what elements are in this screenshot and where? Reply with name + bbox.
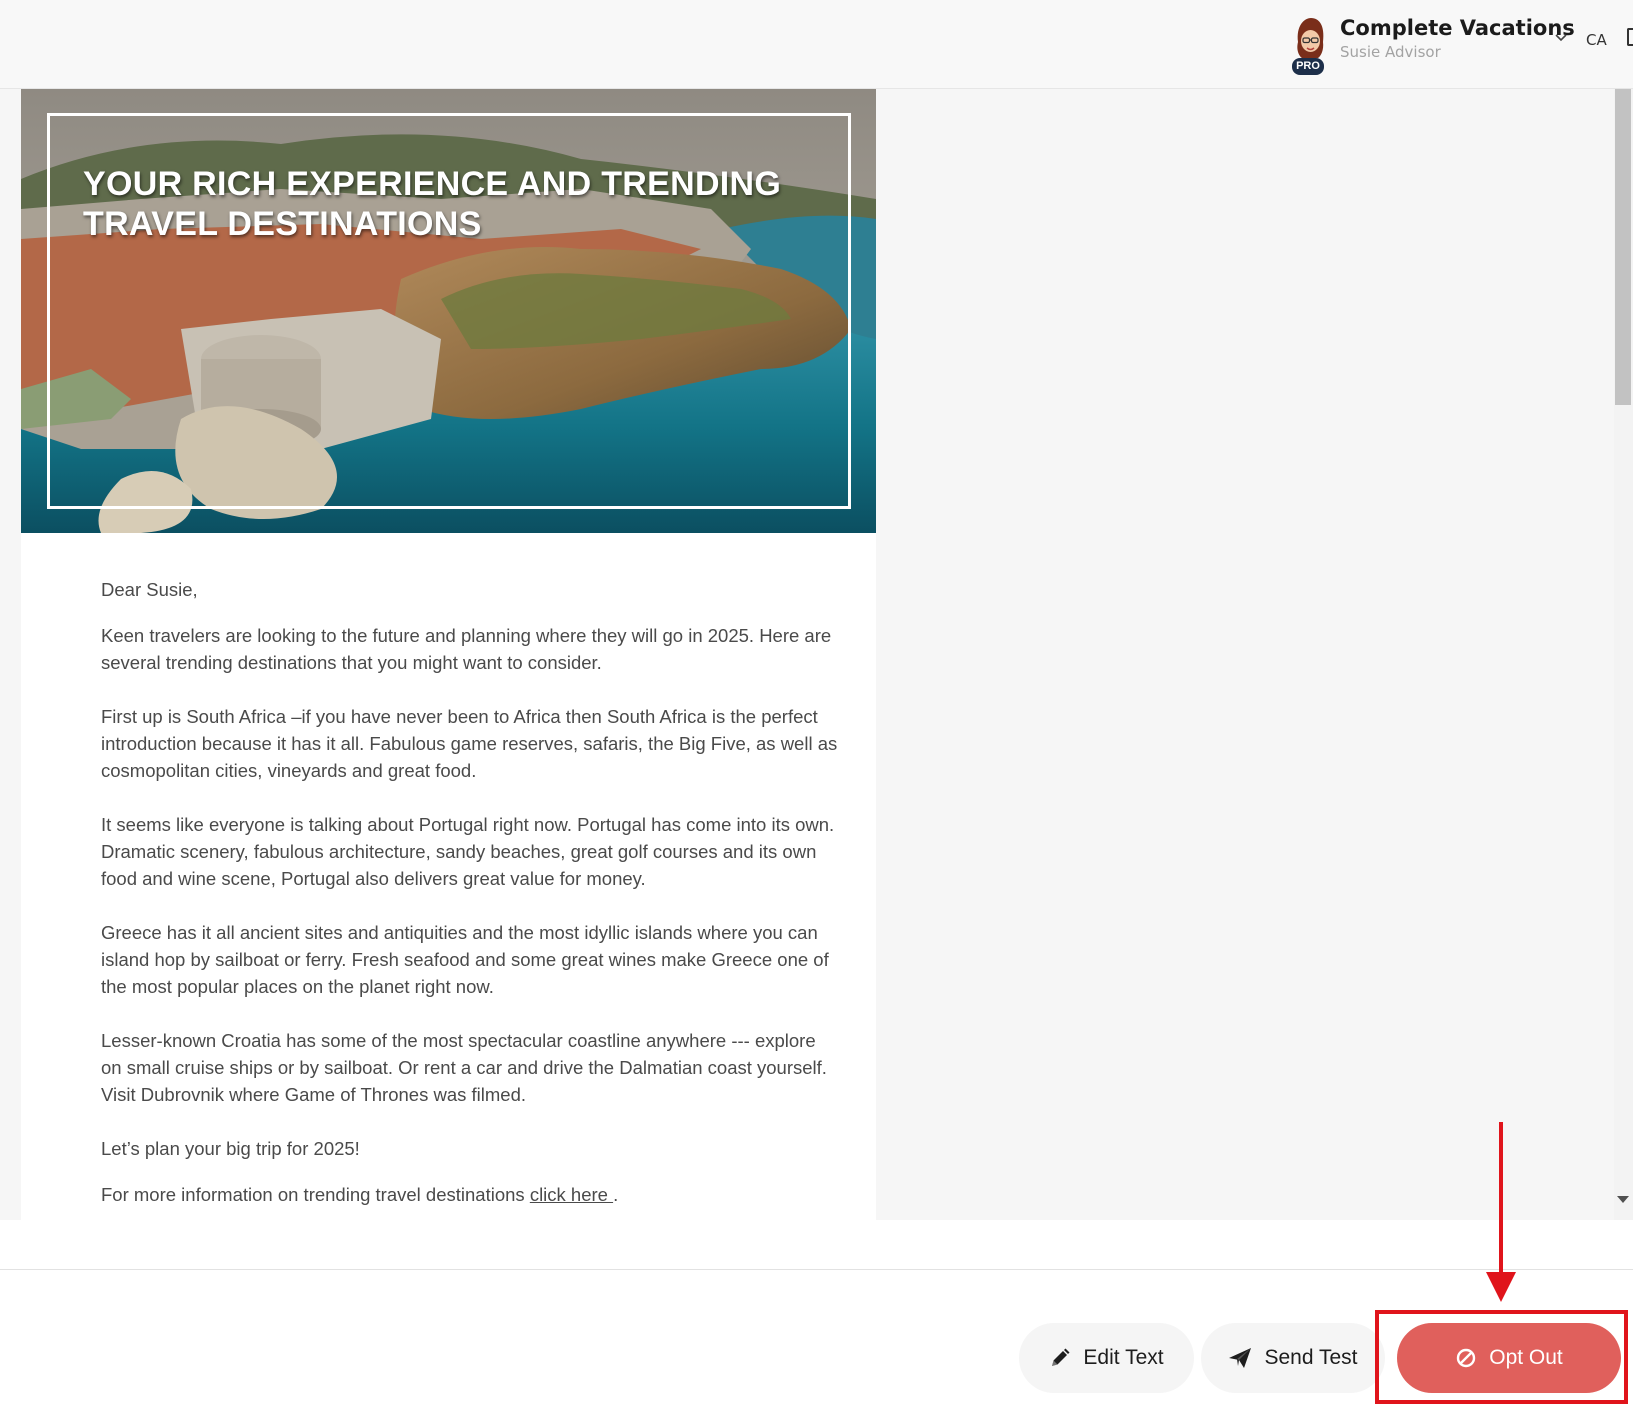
panel-toggle-icon[interactable] (1627, 28, 1633, 46)
pro-badge: PRO (1292, 58, 1324, 75)
pencil-icon (1052, 1348, 1070, 1366)
paper-plane-icon (1229, 1348, 1252, 1368)
annotation-arrow-shaft (1499, 1122, 1503, 1277)
preview-scrollbar[interactable] (1614, 89, 1633, 1220)
click-here-link[interactable]: click here (530, 1184, 613, 1205)
scroll-down-arrow-icon[interactable] (1617, 1196, 1629, 1203)
edit-text-label: Edit Text (1083, 1346, 1164, 1369)
email-content: YOUR RICH EXPERIENCE AND TRENDING TRAVEL… (21, 89, 876, 1220)
footer-divider (0, 1269, 1633, 1270)
paragraph-south-africa: First up is South Africa –if you have ne… (101, 706, 838, 781)
more-info-line: For more information on trending travel … (101, 1181, 841, 1208)
edit-text-button[interactable]: Edit Text (1019, 1323, 1194, 1393)
hero-banner: YOUR RICH EXPERIENCE AND TRENDING TRAVEL… (21, 89, 876, 533)
greeting: Dear Susie, (101, 579, 198, 600)
send-test-button[interactable]: Send Test (1201, 1323, 1385, 1393)
annotation-arrow-head (1486, 1272, 1516, 1302)
send-test-label: Send Test (1264, 1346, 1358, 1369)
account-name[interactable]: Complete Vacations (1340, 16, 1575, 40)
email-preview-area: YOUR RICH EXPERIENCE AND TRENDING TRAVEL… (0, 89, 1633, 1220)
paragraph-intro: Keen travelers are looking to the future… (101, 625, 832, 673)
annotation-highlight-box (1375, 1310, 1628, 1404)
closing-line: Let’s plan your big trip for 2025! (101, 1138, 360, 1159)
top-header: PRO Complete Vacations Susie Advisor CA (0, 0, 1633, 89)
language-selector[interactable]: CA (1586, 31, 1607, 49)
paragraph-greece: Greece has it all ancient sites and anti… (101, 922, 829, 997)
hero-title: YOUR RICH EXPERIENCE AND TRENDING TRAVEL… (83, 165, 782, 243)
account-subtitle: Susie Advisor (1340, 43, 1441, 61)
chevron-down-icon[interactable] (1554, 30, 1568, 44)
email-body: Dear Susie, Keen travelers are looking t… (101, 576, 841, 1220)
paragraph-portugal: It seems like everyone is talking about … (101, 814, 835, 889)
paragraph-croatia: Lesser-known Croatia has some of the mos… (101, 1030, 827, 1105)
more-info-suffix: . (613, 1184, 619, 1205)
scrollbar-thumb[interactable] (1615, 89, 1631, 405)
more-info-prefix: For more information on trending travel … (101, 1184, 530, 1205)
